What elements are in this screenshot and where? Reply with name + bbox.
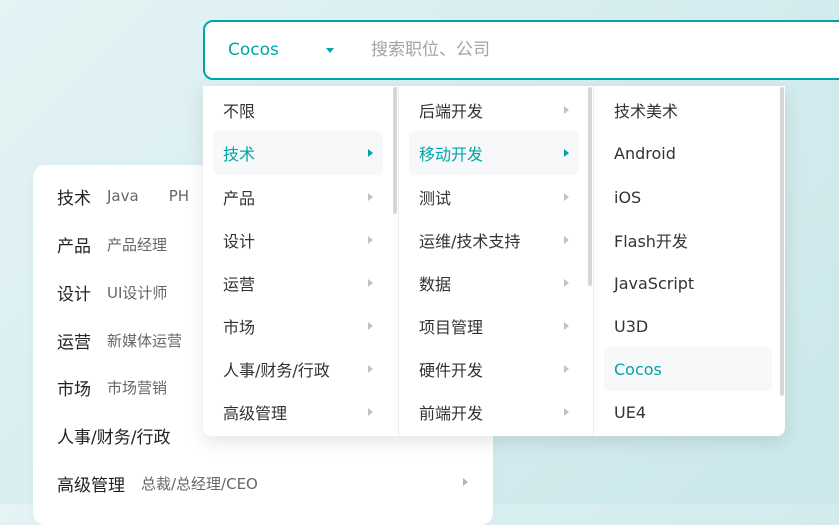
item-label: Flash开发 bbox=[614, 232, 688, 251]
level1-item[interactable]: 产品 bbox=[213, 175, 383, 219]
chevron-right-icon bbox=[564, 365, 569, 373]
level2-item[interactable]: 前端开发 bbox=[409, 390, 579, 434]
category-row-marketing[interactable]: 市场 市场营销 bbox=[57, 372, 167, 402]
search-bar: Cocos bbox=[203, 20, 839, 80]
level1-item[interactable]: 设计 bbox=[213, 218, 383, 262]
level2-item-active[interactable]: 移动开发 bbox=[409, 131, 579, 175]
category-sub-link[interactable]: 产品经理 bbox=[107, 234, 167, 255]
item-label: 运营 bbox=[223, 275, 256, 294]
chevron-right-icon bbox=[564, 106, 569, 114]
category-row-tech[interactable]: 技术 Java PH bbox=[57, 181, 189, 211]
chevron-right-icon bbox=[564, 279, 569, 287]
dropdown-column-level3: 技术美术 Android iOS Flash开发 JavaScript U3D … bbox=[593, 86, 785, 436]
chevron-right-icon bbox=[368, 279, 373, 287]
level3-item[interactable]: 技术美术 bbox=[604, 88, 772, 132]
category-sub-link[interactable]: 市场营销 bbox=[107, 377, 167, 398]
chevron-right-icon bbox=[368, 365, 373, 373]
category-name: 设计 bbox=[57, 284, 91, 305]
level1-item[interactable]: 高级管理 bbox=[213, 390, 383, 434]
level3-item[interactable]: Android bbox=[604, 131, 772, 175]
category-sub-link[interactable]: 新媒体运营 bbox=[107, 330, 182, 351]
search-input[interactable] bbox=[349, 22, 839, 78]
item-label: 后端开发 bbox=[419, 102, 484, 121]
level1-item[interactable]: 市场 bbox=[213, 304, 383, 348]
level3-item[interactable]: JavaScript bbox=[604, 261, 772, 305]
chevron-right-icon bbox=[368, 408, 373, 416]
chevron-right-icon bbox=[564, 322, 569, 330]
category-sub-link[interactable]: 总裁/总经理/CEO bbox=[141, 473, 258, 494]
level1-item[interactable]: 运营 bbox=[213, 261, 383, 305]
category-name: 市场 bbox=[57, 379, 91, 400]
item-label: 移动开发 bbox=[419, 145, 484, 164]
level2-item[interactable]: 硬件开发 bbox=[409, 347, 579, 391]
dropdown-column-level1: 不限 技术 产品 设计 运营 市场 人事/财务/行政 高级管理 bbox=[203, 86, 398, 436]
dropdown-column-level2: 后端开发 移动开发 测试 运维/技术支持 数据 项目管理 硬件开发 前端开发 bbox=[398, 86, 593, 436]
item-label: 项目管理 bbox=[419, 318, 484, 337]
level1-item-active[interactable]: 技术 bbox=[213, 131, 383, 175]
level1-item[interactable]: 不限 bbox=[213, 88, 383, 132]
category-row-product[interactable]: 产品 产品经理 bbox=[57, 229, 167, 259]
chevron-right-icon bbox=[564, 149, 569, 157]
category-row-operations[interactable]: 运营 新媒体运营 bbox=[57, 325, 182, 355]
item-label: Cocos bbox=[614, 359, 662, 379]
chevron-right-icon bbox=[368, 236, 373, 244]
scrollbar-thumb[interactable] bbox=[393, 87, 397, 214]
item-label: 前端开发 bbox=[419, 404, 484, 423]
category-row-hr[interactable]: 人事/财务/行政 bbox=[57, 420, 170, 450]
chevron-right-icon bbox=[564, 236, 569, 244]
chevron-right-icon bbox=[368, 322, 373, 330]
level2-item[interactable]: 数据 bbox=[409, 261, 579, 305]
item-label: 高级管理 bbox=[223, 404, 288, 423]
item-label: 技术 bbox=[223, 145, 256, 164]
category-name: 人事/财务/行政 bbox=[57, 427, 171, 448]
caret-down-icon bbox=[326, 47, 334, 53]
search-type-label: Cocos bbox=[228, 40, 279, 60]
chevron-right-icon bbox=[368, 149, 373, 157]
item-label: 不限 bbox=[223, 102, 256, 121]
item-label: 人事/财务/行政 bbox=[223, 361, 330, 380]
item-label: 数据 bbox=[419, 275, 452, 294]
category-row-design[interactable]: 设计 UI设计师 bbox=[57, 277, 167, 307]
category-name: 高级管理 bbox=[57, 475, 125, 496]
item-label: 市场 bbox=[223, 318, 256, 337]
item-label: 硬件开发 bbox=[419, 361, 484, 380]
level3-item[interactable]: Flash开发 bbox=[604, 218, 772, 262]
level1-item[interactable]: 人事/财务/行政 bbox=[213, 347, 383, 391]
item-label: iOS bbox=[614, 187, 642, 207]
search-type-select[interactable]: Cocos bbox=[205, 22, 349, 78]
level3-item[interactable]: U3D bbox=[604, 304, 772, 348]
level2-item[interactable]: 运维/技术支持 bbox=[409, 218, 579, 262]
position-cascade-dropdown: 不限 技术 产品 设计 运营 市场 人事/财务/行政 高级管理 后端开发 移动开… bbox=[203, 86, 785, 436]
category-sub-link[interactable]: UI设计师 bbox=[107, 282, 167, 303]
category-name: 产品 bbox=[57, 236, 91, 257]
item-label: 测试 bbox=[419, 189, 452, 208]
item-label: 运维/技术支持 bbox=[419, 232, 521, 251]
item-label: 设计 bbox=[223, 232, 256, 251]
category-row-management[interactable]: 高级管理 总裁/总经理/CEO bbox=[57, 468, 258, 498]
category-sub-link[interactable]: Java bbox=[107, 187, 139, 205]
category-name: 技术 bbox=[57, 188, 91, 209]
item-label: JavaScript bbox=[614, 273, 695, 293]
level3-item[interactable]: iOS bbox=[604, 175, 772, 219]
scrollbar-thumb[interactable] bbox=[588, 87, 592, 286]
chevron-right-icon bbox=[564, 193, 569, 201]
item-label: 产品 bbox=[223, 189, 256, 208]
item-label: U3D bbox=[614, 316, 649, 336]
level2-item[interactable]: 测试 bbox=[409, 175, 579, 219]
chevron-right-icon bbox=[368, 193, 373, 201]
level3-item[interactable]: UE4 bbox=[604, 390, 772, 434]
item-label: UE4 bbox=[614, 402, 646, 422]
level2-item[interactable]: 后端开发 bbox=[409, 88, 579, 132]
item-label: Android bbox=[614, 143, 676, 163]
chevron-right-icon bbox=[564, 408, 569, 416]
level3-item-active[interactable]: Cocos bbox=[604, 347, 772, 391]
item-label: 技术美术 bbox=[614, 102, 679, 121]
chevron-right-icon bbox=[463, 478, 468, 486]
scrollbar-thumb[interactable] bbox=[780, 87, 784, 396]
level2-item[interactable]: 项目管理 bbox=[409, 304, 579, 348]
category-sub-link[interactable]: PH bbox=[169, 187, 189, 205]
category-name: 运营 bbox=[57, 332, 91, 353]
